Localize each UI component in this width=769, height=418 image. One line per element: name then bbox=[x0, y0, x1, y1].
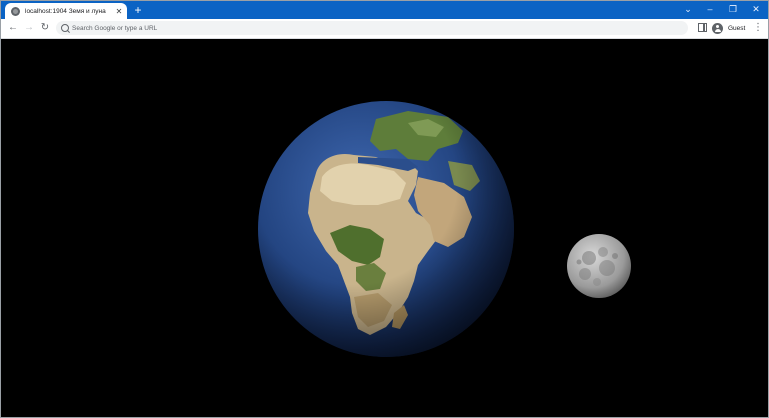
browser-menu-icon[interactable]: ⋮ bbox=[753, 21, 763, 35]
omnibox-input[interactable] bbox=[72, 21, 672, 35]
address-bar[interactable] bbox=[56, 21, 688, 35]
new-tab-button[interactable]: + bbox=[132, 4, 144, 16]
minimize-button[interactable]: – bbox=[699, 2, 721, 17]
avatar-icon bbox=[712, 22, 723, 34]
profile-button[interactable]: Guest bbox=[712, 22, 745, 34]
close-window-button[interactable]: ✕ bbox=[745, 2, 767, 17]
browser-toolbar: ← → ↻ Guest ⋮ bbox=[1, 19, 768, 39]
earth-globe bbox=[258, 101, 514, 357]
back-button[interactable]: ← bbox=[6, 21, 20, 35]
search-icon bbox=[61, 24, 69, 32]
profile-label: Guest bbox=[728, 24, 746, 32]
tab-title: localhost:1904 Земя и луна bbox=[25, 7, 106, 15]
webgl-canvas[interactable] bbox=[1, 39, 768, 417]
tab-active[interactable]: localhost:1904 Земя и луна ✕ bbox=[5, 3, 127, 19]
moon-sphere bbox=[567, 234, 631, 298]
globe-icon bbox=[11, 6, 20, 16]
tab-search-dropdown-icon[interactable]: ⌄ bbox=[677, 2, 699, 17]
side-panel-icon[interactable] bbox=[698, 23, 707, 32]
restore-button[interactable]: ❐ bbox=[722, 2, 744, 17]
tab-close-icon[interactable]: ✕ bbox=[113, 7, 125, 16]
tab-strip: localhost:1904 Земя и луна ✕ + ⌄ – ❐ ✕ bbox=[1, 1, 768, 19]
browser-window: localhost:1904 Земя и луна ✕ + ⌄ – ❐ ✕ ←… bbox=[0, 0, 769, 418]
forward-button[interactable]: → bbox=[22, 21, 36, 35]
reload-button[interactable]: ↻ bbox=[38, 21, 52, 35]
